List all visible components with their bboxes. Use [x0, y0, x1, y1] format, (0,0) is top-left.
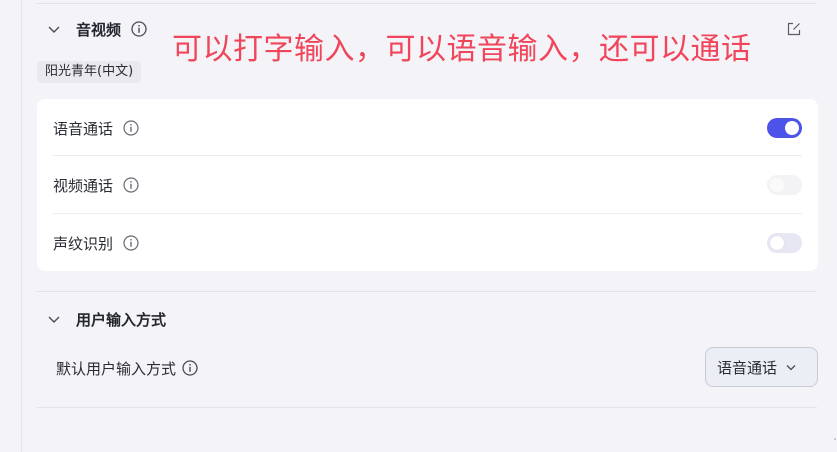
setting-row-voiceprint: 声纹识别 [53, 214, 802, 272]
info-icon[interactable] [123, 120, 139, 136]
section-divider [37, 407, 817, 408]
info-icon[interactable] [123, 177, 139, 193]
top-divider [37, 3, 817, 4]
info-icon[interactable] [123, 235, 139, 251]
scroll-indicator [834, 438, 836, 440]
input-section-header[interactable]: 用户输入方式 [46, 307, 166, 331]
caret-down-icon [786, 365, 796, 371]
voiceprint-label: 声纹识别 [53, 234, 114, 253]
video-call-label: 视频通话 [53, 176, 114, 195]
av-section-title: 音视频 [76, 20, 122, 39]
default-input-label: 默认用户输入方式 [56, 359, 177, 378]
select-value: 语音通话 [717, 358, 778, 377]
voice-tag[interactable]: 阳光青年(中文) [37, 61, 142, 83]
voice-call-toggle[interactable] [767, 118, 802, 138]
setting-row-voice-call: 语音通话 [53, 99, 802, 157]
default-input-setting: 默认用户输入方式 [56, 357, 198, 379]
default-input-select[interactable]: 语音通话 [705, 347, 818, 387]
input-section-title: 用户输入方式 [76, 310, 167, 329]
info-icon[interactable] [131, 21, 147, 37]
section-divider [37, 291, 817, 292]
annotation-text: 可以打字输入，可以语音输入，还可以通话 [172, 32, 752, 67]
voiceprint-toggle[interactable] [767, 233, 802, 253]
left-panel-edge [0, 0, 22, 452]
av-section-header[interactable]: 音视频 [46, 17, 147, 41]
av-settings-card: 语音通话 视频通话 声纹识别 [37, 99, 818, 271]
info-icon[interactable] [182, 360, 198, 376]
setting-row-video-call: 视频通话 [53, 156, 802, 214]
chevron-down-icon[interactable] [46, 21, 62, 37]
video-call-toggle[interactable] [767, 175, 802, 195]
chevron-down-icon[interactable] [46, 311, 62, 327]
edit-icon[interactable] [787, 22, 801, 36]
voice-call-label: 语音通话 [53, 119, 114, 138]
